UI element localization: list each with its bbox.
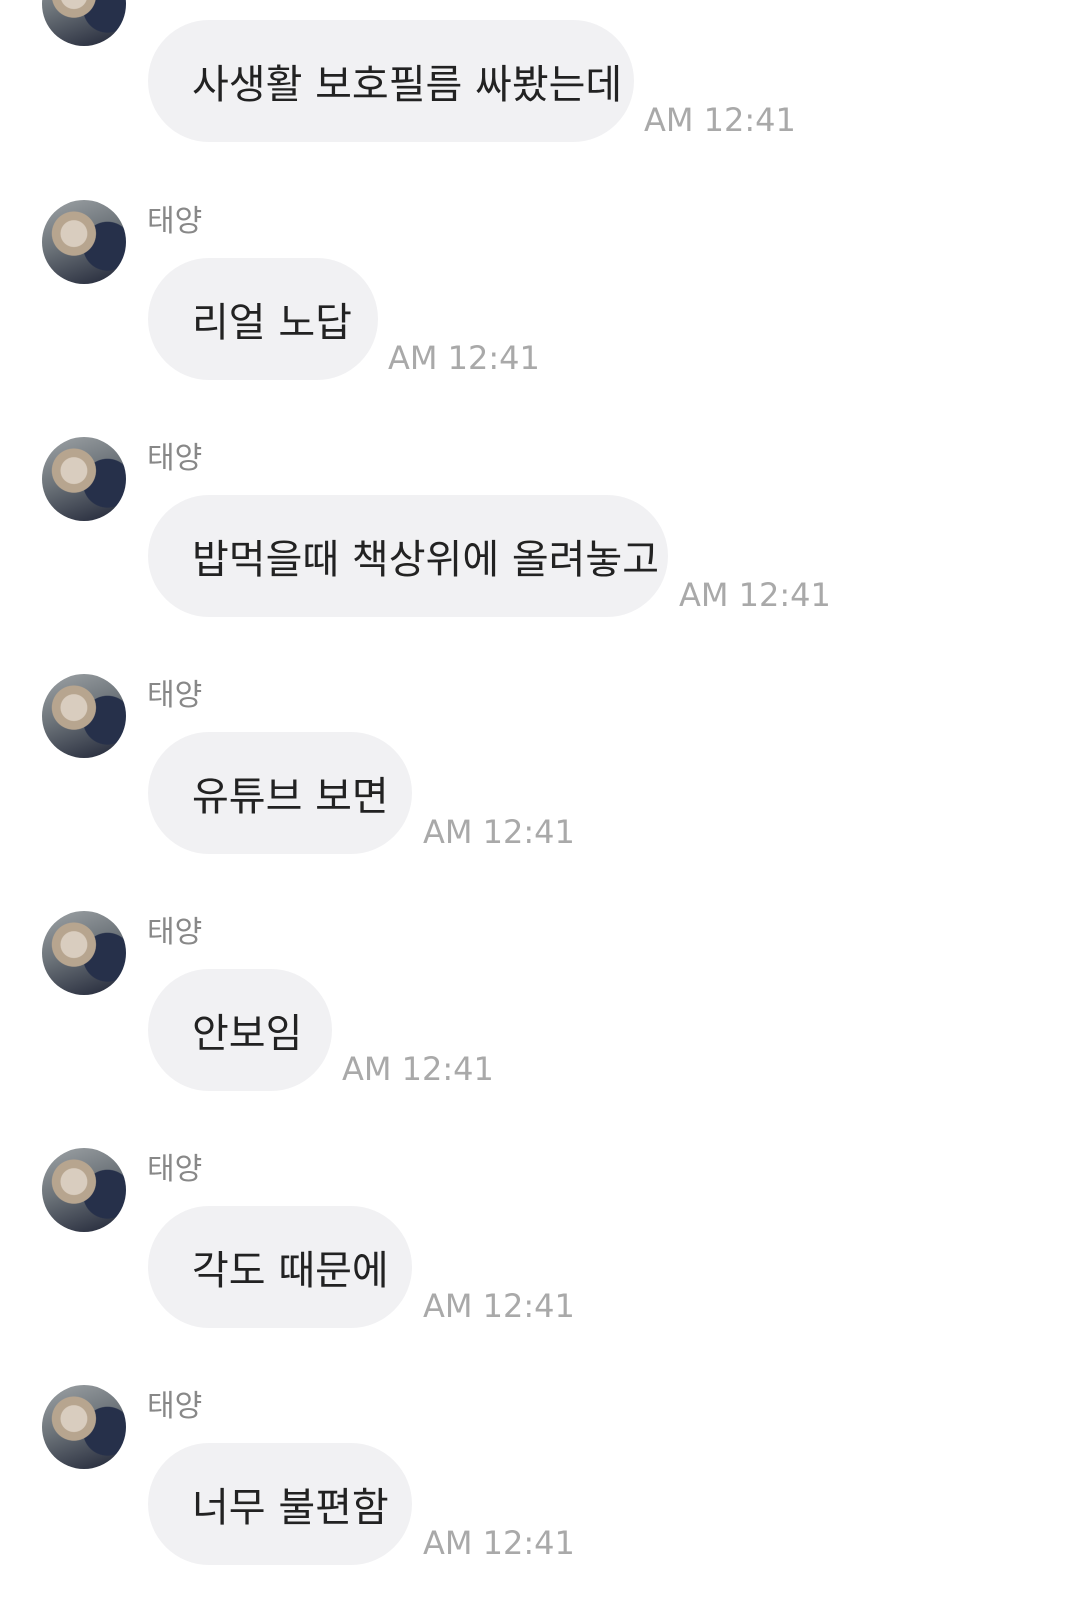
message-bubble[interactable]: 유튜브 보면 <box>148 732 412 854</box>
avatar[interactable] <box>42 674 126 758</box>
avatar[interactable] <box>42 911 126 995</box>
sender-name: 태양 <box>147 1152 203 1187</box>
message-bubble[interactable]: 사생활 보호필름 싸봤는데 <box>148 20 634 142</box>
message-timestamp: AM 12:41 <box>423 1524 575 1562</box>
message-text: 유튜브 보면 <box>192 774 389 820</box>
chat-message: 태양 밥먹을때 책상위에 올려놓고 AM 12:41 <box>0 437 1079 637</box>
avatar[interactable] <box>42 437 126 521</box>
message-timestamp: AM 12:41 <box>423 813 575 851</box>
sender-name: 태양 <box>147 441 203 476</box>
message-timestamp: AM 12:41 <box>644 101 796 139</box>
message-timestamp: AM 12:41 <box>388 339 540 377</box>
chat-message: 태양 유튜브 보면 AM 12:41 <box>0 674 1079 874</box>
avatar[interactable] <box>42 1148 126 1232</box>
sender-name: 태양 <box>147 678 203 713</box>
chat-message: 사생활 보호필름 싸봤는데 AM 12:41 <box>0 0 1079 162</box>
message-text: 너무 불편함 <box>192 1485 389 1531</box>
chat-message: 태양 안보임 AM 12:41 <box>0 911 1079 1111</box>
message-text: 밥먹을때 책상위에 올려놓고 <box>192 537 660 583</box>
chat-message: 태양 너무 불편함 AM 12:41 <box>0 1385 1079 1585</box>
avatar[interactable] <box>42 1385 126 1469</box>
sender-name: 태양 <box>147 1389 203 1424</box>
message-bubble[interactable]: 리얼 노답 <box>148 258 378 380</box>
message-bubble[interactable]: 안보임 <box>148 969 332 1091</box>
chat-message: 태양 리얼 노답 AM 12:41 <box>0 200 1079 400</box>
chat-message: 태양 각도 때문에 AM 12:41 <box>0 1148 1079 1348</box>
chat-message-list: 사생활 보호필름 싸봤는데 AM 12:41 태양 리얼 노답 AM 12:41… <box>0 0 1079 1609</box>
avatar[interactable] <box>42 0 126 46</box>
message-bubble[interactable]: 밥먹을때 책상위에 올려놓고 <box>148 495 668 617</box>
message-text: 각도 때문에 <box>192 1248 389 1294</box>
message-timestamp: AM 12:41 <box>679 576 831 614</box>
message-timestamp: AM 12:41 <box>423 1287 575 1325</box>
message-bubble[interactable]: 각도 때문에 <box>148 1206 412 1328</box>
message-text: 사생활 보호필름 싸봤는데 <box>192 62 623 108</box>
avatar[interactable] <box>42 200 126 284</box>
message-timestamp: AM 12:41 <box>342 1050 494 1088</box>
message-text: 안보임 <box>192 1011 303 1057</box>
sender-name: 태양 <box>147 204 203 239</box>
message-bubble[interactable]: 너무 불편함 <box>148 1443 412 1565</box>
sender-name: 태양 <box>147 915 203 950</box>
message-text: 리얼 노답 <box>192 300 352 346</box>
